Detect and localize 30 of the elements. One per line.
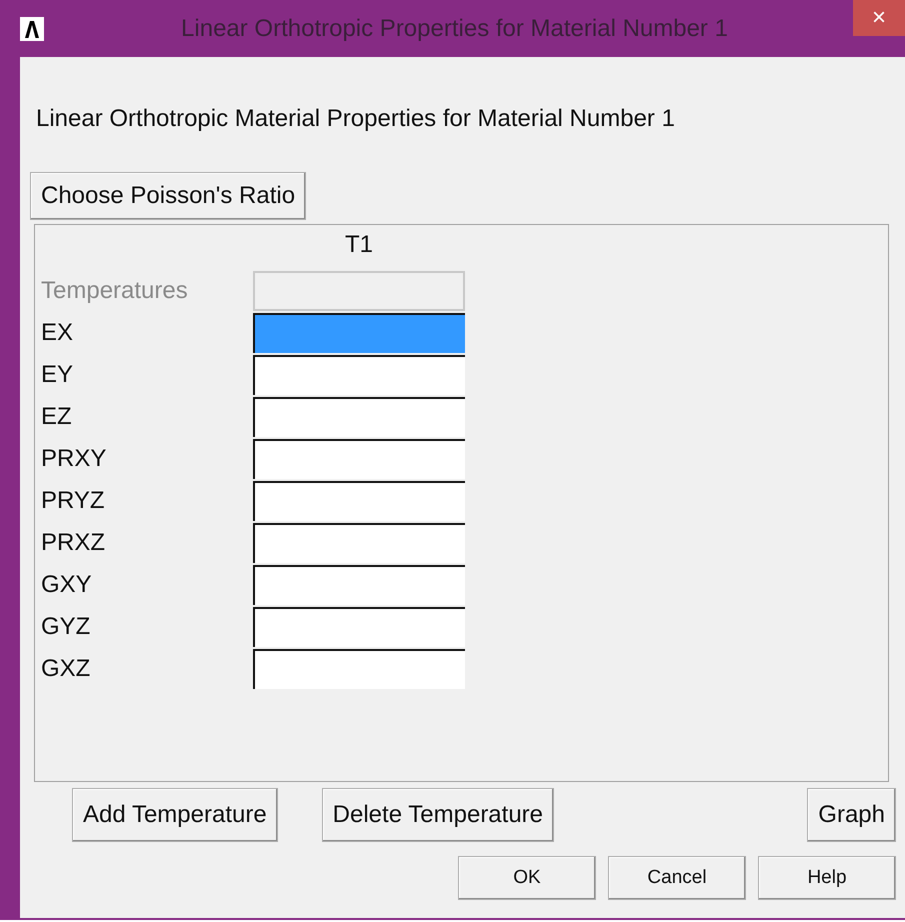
column-header: T1 (344, 231, 374, 260)
value-field[interactable] (253, 565, 465, 605)
window-title: Linear Orthotropic Properties for Material Number 1 (180, 14, 729, 42)
delete-temperature-button[interactable]: Delete Temperature (322, 788, 554, 842)
value-field[interactable] (253, 649, 465, 689)
graph-button[interactable]: Graph (807, 788, 896, 842)
row-label: PRXY (41, 444, 108, 474)
row-label: EZ (41, 402, 73, 432)
cancel-button[interactable]: Cancel (608, 856, 746, 900)
ok-button[interactable]: OK (458, 856, 596, 900)
row-label: GXZ (41, 654, 92, 684)
row-label: GYZ (41, 612, 92, 642)
add-temperature-button[interactable]: Add Temperature (72, 788, 278, 842)
choose-poisson-button[interactable]: Choose Poisson's Ratio (30, 172, 306, 220)
value-field[interactable] (253, 481, 465, 521)
row-label: Temperatures (41, 276, 189, 306)
value-field[interactable] (253, 607, 465, 647)
value-field[interactable] (253, 439, 465, 479)
value-field[interactable] (253, 313, 465, 353)
value-field[interactable] (253, 523, 465, 563)
row-label: PRYZ (41, 486, 106, 516)
help-button[interactable]: Help (758, 856, 896, 900)
close-button[interactable]: × (853, 0, 905, 36)
row-label: PRXZ (41, 528, 106, 558)
dialog-heading: Linear Orthotropic Material Properties for Material Number 1 (36, 105, 676, 133)
row-label: EY (41, 360, 74, 390)
value-field[interactable] (253, 397, 465, 437)
row-label: GXY (41, 570, 93, 600)
value-field[interactable] (253, 355, 465, 395)
row-label: EX (41, 318, 74, 348)
